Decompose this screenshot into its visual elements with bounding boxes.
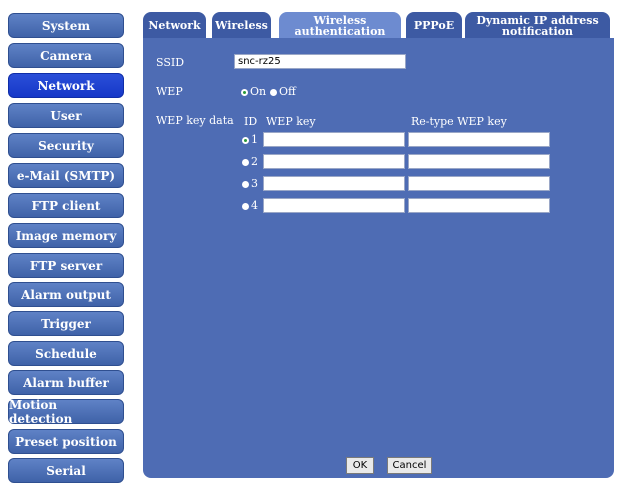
wep-key-data-label: WEP key data: [156, 114, 234, 127]
sidebar-item-motion-detection[interactable]: Motion detection: [8, 398, 124, 426]
sidebar-item-security[interactable]: Security: [8, 133, 124, 158]
wep-key-2-radio[interactable]: [242, 159, 249, 166]
sidebar-item-schedule[interactable]: Schedule: [8, 341, 124, 366]
wep-on-radio[interactable]: [241, 89, 248, 96]
wep-key-4-input[interactable]: [263, 198, 405, 213]
ok-button[interactable]: OK: [346, 457, 374, 474]
ssid-input[interactable]: snc-rz25: [234, 54, 406, 69]
sidebar-item-system[interactable]: System: [8, 13, 124, 38]
sidebar-item-serial[interactable]: Serial: [8, 458, 124, 483]
retype-wep-key-column-header: Re-type WEP key: [411, 115, 507, 128]
wep-key-column-header: WEP key: [266, 115, 316, 128]
sidebar-item-user[interactable]: User: [8, 103, 124, 128]
sidebar-item-ftp-client[interactable]: FTP client: [8, 193, 124, 218]
id-column-header: ID: [244, 115, 258, 128]
sidebar-item-network[interactable]: Network: [8, 73, 124, 98]
sidebar: System Camera Network User Security e-Ma…: [0, 0, 132, 484]
wep-on-label: On: [250, 85, 267, 98]
wep-key-1-retype-input[interactable]: [408, 132, 550, 147]
wep-off-radio[interactable]: [270, 89, 277, 96]
wep-off-label: Off: [279, 85, 296, 98]
wep-key-2-id: 2: [251, 155, 258, 168]
sidebar-item-email-smtp[interactable]: e-Mail (SMTP): [8, 163, 124, 188]
tab-network[interactable]: Network: [143, 12, 206, 39]
wep-key-3-radio[interactable]: [242, 181, 249, 188]
sidebar-item-camera[interactable]: Camera: [8, 43, 124, 68]
tab-dynamic-ip-notification[interactable]: Dynamic IP address notification: [465, 12, 610, 39]
wep-key-1-radio[interactable]: [242, 137, 249, 144]
sidebar-item-alarm-output[interactable]: Alarm output: [8, 282, 124, 307]
wep-key-3-id: 3: [251, 177, 258, 190]
sidebar-item-image-memory[interactable]: Image memory: [8, 223, 124, 248]
wep-key-4-retype-input[interactable]: [408, 198, 550, 213]
tab-wireless-authentication[interactable]: Wireless authentication: [279, 12, 401, 39]
tab-wireless[interactable]: Wireless: [212, 12, 271, 39]
sidebar-item-ftp-server[interactable]: FTP server: [8, 253, 124, 278]
settings-panel: SSID snc-rz25 WEP On Off WEP key data ID…: [143, 38, 614, 478]
sidebar-item-preset-position[interactable]: Preset position: [8, 429, 124, 454]
wep-key-3-retype-input[interactable]: [408, 176, 550, 191]
wep-key-1-id: 1: [251, 133, 258, 146]
tab-pppoe[interactable]: PPPoE: [406, 12, 462, 39]
ssid-label: SSID: [156, 56, 185, 69]
wep-key-2-input[interactable]: [263, 154, 405, 169]
sidebar-item-trigger[interactable]: Trigger: [8, 311, 124, 336]
wep-key-2-retype-input[interactable]: [408, 154, 550, 169]
wep-key-3-input[interactable]: [263, 176, 405, 191]
sidebar-item-alarm-buffer[interactable]: Alarm buffer: [8, 370, 124, 395]
wep-key-1-input[interactable]: [263, 132, 405, 147]
wep-key-4-id: 4: [251, 199, 258, 212]
cancel-button[interactable]: Cancel: [387, 457, 432, 474]
wep-label: WEP: [156, 85, 183, 98]
wep-key-4-radio[interactable]: [242, 203, 249, 210]
